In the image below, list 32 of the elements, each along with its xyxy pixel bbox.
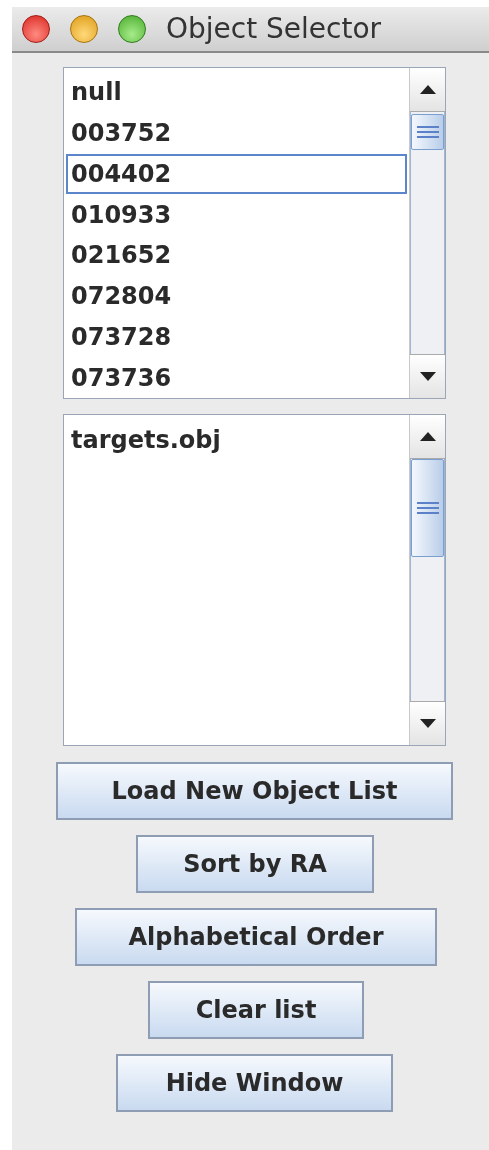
window-title: Object Selector <box>166 11 382 47</box>
scroll-thumb[interactable] <box>411 459 444 557</box>
list-item[interactable]: 072804 <box>66 275 407 317</box>
list-item[interactable]: 010933 <box>66 194 407 235</box>
grip-icon <box>416 502 439 514</box>
action-button[interactable]: Alphabetical Order <box>75 908 437 966</box>
scroll-down-button[interactable] <box>410 701 445 745</box>
scrollbar[interactable] <box>409 68 445 398</box>
list-item[interactable]: 021652 <box>66 235 407 276</box>
zoom-button[interactable] <box>118 15 146 43</box>
minimize-button[interactable] <box>70 15 98 43</box>
list-item[interactable]: targets.obj <box>66 419 407 460</box>
scroll-down-icon <box>419 719 436 728</box>
scroll-down-icon <box>419 372 436 381</box>
list-item[interactable]: 004402 <box>66 153 407 195</box>
action-button[interactable]: Clear list <box>148 981 364 1039</box>
list-item[interactable]: 003752 <box>66 112 407 154</box>
list-item[interactable]: 073736 <box>66 357 407 398</box>
grip-icon <box>416 126 439 138</box>
close-button[interactable] <box>22 15 50 43</box>
scroll-up-icon <box>419 85 436 94</box>
action-button[interactable]: Sort by RA <box>136 835 374 893</box>
action-button[interactable]: Hide Window <box>116 1054 393 1112</box>
scroll-thumb[interactable] <box>411 114 444 150</box>
scroll-down-button[interactable] <box>410 354 445 398</box>
scrollbar[interactable] <box>409 415 445 745</box>
action-button[interactable]: Load New Object List <box>56 762 453 820</box>
scroll-up-button[interactable] <box>410 415 445 459</box>
list-item[interactable]: null <box>66 72 407 113</box>
scroll-up-button[interactable] <box>410 68 445 112</box>
list-item[interactable]: 073728 <box>66 316 407 358</box>
scroll-up-icon <box>419 432 436 441</box>
